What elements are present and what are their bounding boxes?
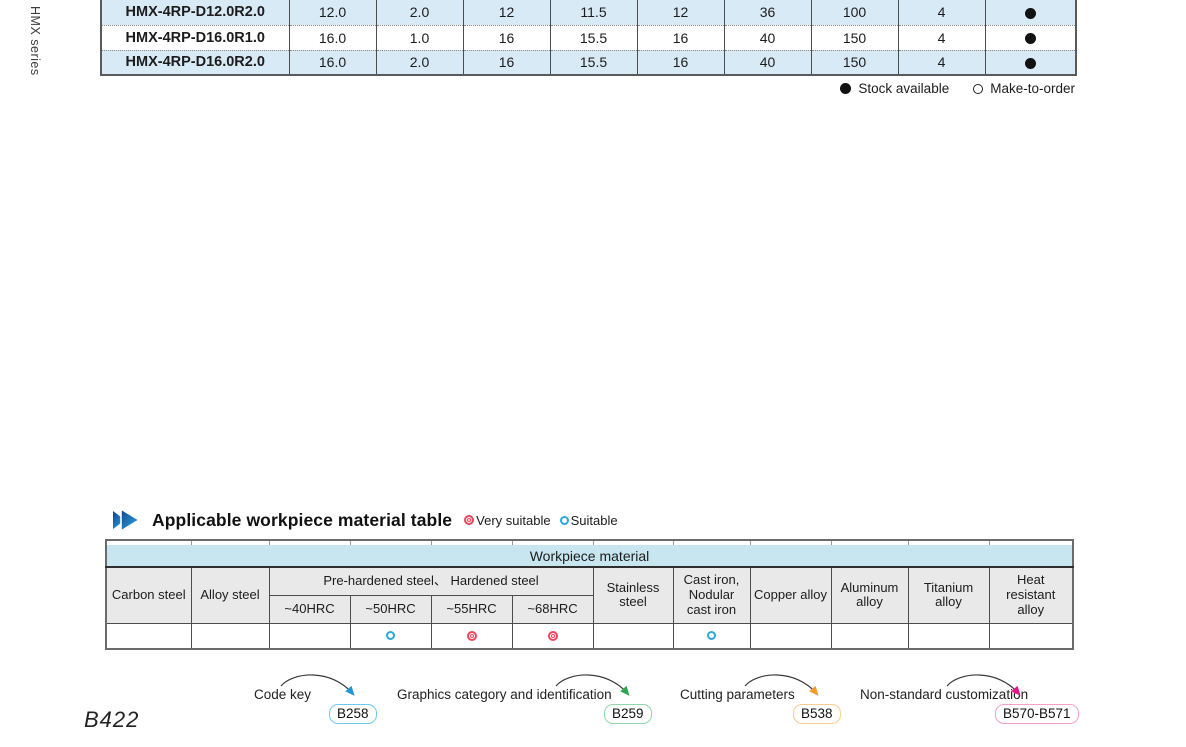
suitable-label: Suitable — [571, 513, 618, 528]
column-header: ~55HRC — [431, 595, 512, 623]
spec-cell: 2.0 — [376, 50, 463, 75]
model-code: HMX-4RP-D16.0R2.0 — [101, 50, 289, 75]
column-header: Heat resistant alloy — [989, 567, 1073, 623]
column-group-header: Pre-hardened steel、 Hardened steel — [269, 567, 593, 595]
workpiece-material-table: Workpiece material Carbon steel Alloy st… — [105, 539, 1074, 650]
column-header: Cast iron, Nodular cast iron — [673, 567, 750, 623]
stock-available-label: Stock available — [858, 81, 949, 96]
make-to-order-icon — [973, 84, 983, 94]
suitable-icon — [560, 516, 569, 525]
very-suitable-icon — [548, 631, 558, 641]
spec-cell: 2.0 — [376, 0, 463, 25]
suitable-icon — [386, 631, 395, 640]
stock-available-icon — [1025, 58, 1036, 69]
suitability-row — [106, 623, 1073, 649]
series-vertical-label: HMX series — [28, 6, 42, 76]
stock-cell — [985, 50, 1076, 75]
stock-available-icon — [1025, 33, 1036, 44]
column-header: Carbon steel — [106, 567, 191, 623]
table-banner-row: Workpiece material — [106, 545, 1073, 567]
very-suitable-icon — [467, 631, 477, 641]
spec-cell: 100 — [811, 0, 898, 25]
column-header: ~50HRC — [350, 595, 431, 623]
spec-cell: 16 — [463, 50, 550, 75]
column-header: ~68HRC — [512, 595, 593, 623]
rating-cell — [106, 623, 191, 649]
spec-row: HMX-4RP-D12.0R2.0 12.0 2.0 12 11.5 12 36… — [101, 0, 1076, 25]
stock-available-icon — [1025, 8, 1036, 19]
spec-row: HMX-4RP-D16.0R1.0 16.0 1.0 16 15.5 16 40… — [101, 25, 1076, 50]
page-ref-badge[interactable]: B258 — [329, 704, 377, 724]
rating-cell — [831, 623, 908, 649]
spec-cell: 4 — [898, 50, 985, 75]
model-code: HMX-4RP-D16.0R1.0 — [101, 25, 289, 50]
spec-cell: 150 — [811, 25, 898, 50]
spec-cell: 11.5 — [550, 0, 637, 25]
spec-cell: 15.5 — [550, 25, 637, 50]
spec-cell: 12.0 — [289, 0, 376, 25]
column-header: Stainless steel — [593, 567, 673, 623]
stock-cell — [985, 0, 1076, 25]
rating-cell — [269, 623, 350, 649]
page-ref-badge[interactable]: B570-B571 — [995, 704, 1079, 724]
page-ref-badge[interactable]: B259 — [604, 704, 652, 724]
column-header: Alloy steel — [191, 567, 269, 623]
spec-table: HMX-4RP-D12.0R2.0 12.0 2.0 12 11.5 12 36… — [100, 0, 1077, 76]
spec-cell: 16 — [637, 50, 724, 75]
section-title: Applicable workpiece material table — [152, 510, 452, 531]
double-chevron-icon — [112, 508, 142, 532]
rating-cell — [593, 623, 673, 649]
very-suitable-label: Very suitable — [476, 513, 550, 528]
rating-cell — [750, 623, 831, 649]
spec-cell: 16 — [463, 25, 550, 50]
stock-cell — [985, 25, 1076, 50]
spec-cell: 36 — [724, 0, 811, 25]
spec-row: HMX-4RP-D16.0R2.0 16.0 2.0 16 15.5 16 40… — [101, 50, 1076, 75]
workpiece-material-banner: Workpiece material — [106, 545, 1073, 567]
footnote-arrow-icon — [941, 668, 1029, 706]
rating-cell — [908, 623, 989, 649]
suitable-icon — [707, 631, 716, 640]
column-header: ~40HRC — [269, 595, 350, 623]
page-number: B422 — [84, 707, 139, 733]
rating-cell — [191, 623, 269, 649]
footnote-arrow-icon — [550, 668, 638, 706]
column-header: Titanium alloy — [908, 567, 989, 623]
make-to-order-label: Make-to-order — [990, 81, 1075, 96]
spec-cell: 4 — [898, 0, 985, 25]
footnote-arrow-icon — [275, 668, 363, 706]
spec-cell: 16.0 — [289, 25, 376, 50]
model-code: HMX-4RP-D12.0R2.0 — [101, 0, 289, 25]
spec-cell: 40 — [724, 50, 811, 75]
stock-available-icon — [840, 83, 851, 94]
footnote-arrow-icon — [739, 668, 827, 706]
stock-legend: Stock available Make-to-order — [840, 81, 1075, 96]
spec-cell: 150 — [811, 50, 898, 75]
spec-cell: 15.5 — [550, 50, 637, 75]
header-row: Carbon steel Alloy steel Pre-hardened st… — [106, 567, 1073, 595]
spec-cell: 16.0 — [289, 50, 376, 75]
column-header: Aluminum alloy — [831, 567, 908, 623]
page-ref-badge[interactable]: B538 — [793, 704, 841, 724]
spec-cell: 40 — [724, 25, 811, 50]
very-suitable-icon — [464, 515, 474, 525]
spec-cell: 4 — [898, 25, 985, 50]
rating-cell — [350, 623, 431, 649]
section-header: Applicable workpiece material table Very… — [112, 506, 627, 534]
spec-cell: 16 — [637, 25, 724, 50]
spec-cell: 12 — [637, 0, 724, 25]
rating-cell — [989, 623, 1073, 649]
spec-cell: 12 — [463, 0, 550, 25]
rating-cell — [673, 623, 750, 649]
spec-cell: 1.0 — [376, 25, 463, 50]
rating-cell — [512, 623, 593, 649]
rating-cell — [431, 623, 512, 649]
column-header: Copper alloy — [750, 567, 831, 623]
suitability-legend: Very suitable Suitable — [464, 513, 626, 528]
